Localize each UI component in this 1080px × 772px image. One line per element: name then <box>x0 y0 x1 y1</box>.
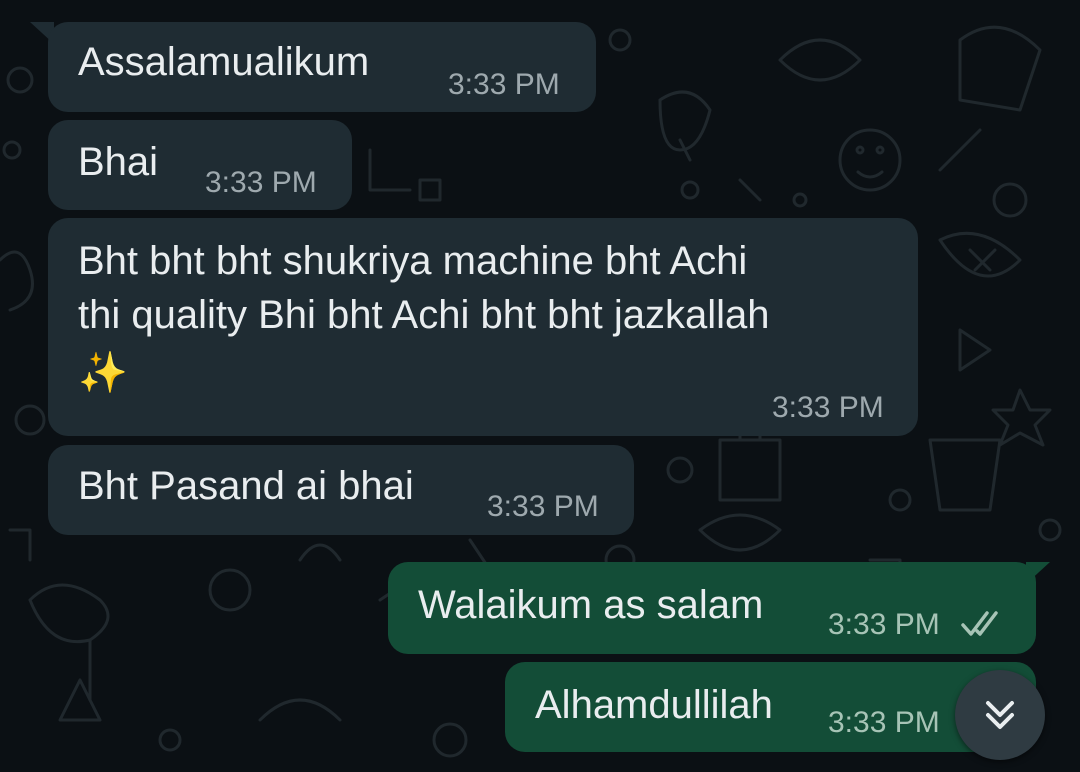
message-timestamp: 3:33 PM <box>772 391 884 424</box>
message-timestamp: 3:33 PM <box>487 490 599 523</box>
message-text: Alhamdullilah <box>535 683 773 727</box>
incoming-message[interactable]: Bhai 3:33 PM <box>48 120 352 210</box>
message-text: Walaikum as salam <box>418 583 764 627</box>
scroll-to-bottom-button[interactable] <box>955 670 1045 760</box>
sparkles-emoji: ✨ <box>78 351 128 395</box>
double-chevron-down-icon <box>986 701 1014 729</box>
message-timestamp: 3:33 PM <box>828 706 940 739</box>
message-timestamp: 3:33 PM <box>448 68 560 101</box>
double-check-icon <box>961 611 998 636</box>
outgoing-message[interactable]: Walaikum as salam 3:33 PM <box>388 562 1036 654</box>
message-text: Bhai <box>78 140 159 184</box>
incoming-message[interactable]: Bht Pasand ai bhai 3:33 PM <box>48 445 634 535</box>
message-text: Bht Pasand ai bhai <box>78 464 414 508</box>
message-timestamp: 3:33 PM <box>205 166 317 199</box>
message-text: Assalamualikum <box>78 40 370 84</box>
incoming-message[interactable]: Bht bht bht shukriya machine bht Achi th… <box>48 218 918 436</box>
message-text-line: Bht bht bht shukriya machine bht Achi <box>78 239 748 283</box>
incoming-message[interactable]: Assalamualikum 3:33 PM <box>48 22 596 112</box>
message-timestamp: 3:33 PM <box>828 608 940 641</box>
message-text-line: thi quality Bhi bht Achi bht bht jazkall… <box>78 293 770 337</box>
